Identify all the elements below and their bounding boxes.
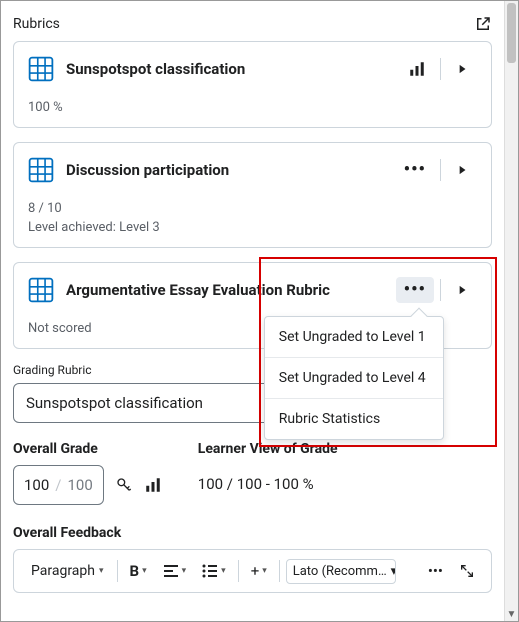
rubric-card: Sunspotspot classification 100 % (13, 41, 492, 128)
insert-button[interactable]: + ▾ (245, 558, 273, 584)
learner-view-label: Learner View of Grade (198, 441, 338, 457)
menu-item-rubric-statistics[interactable]: Rubric Statistics (265, 398, 443, 439)
scrollbar-thumb[interactable] (507, 3, 516, 63)
divider (279, 560, 280, 582)
rubric-grid-icon (28, 157, 54, 183)
align-icon (163, 564, 179, 578)
divider (440, 279, 441, 301)
expand-icon[interactable] (447, 279, 477, 301)
align-button[interactable]: ▾ (157, 560, 193, 582)
popout-icon[interactable] (474, 15, 492, 33)
chevron-down-icon: ▾ (182, 566, 187, 576)
chevron-down-icon: ▾ (262, 566, 267, 576)
divider (117, 560, 118, 582)
divider (440, 58, 441, 80)
learner-view-value: 100 / 100 - 100 % (198, 465, 338, 493)
rubric-grid-icon (28, 56, 54, 82)
expand-icon[interactable] (447, 58, 477, 80)
chevron-down-icon: ▾ (142, 566, 147, 576)
chevron-down-icon: ▾ (99, 566, 104, 576)
more-toolbar-button[interactable]: ••• (422, 558, 449, 584)
more-actions-icon[interactable]: ••• (396, 277, 434, 303)
rubric-title: Argumentative Essay Evaluation Rubric (66, 281, 396, 299)
list-button[interactable]: ▾ (196, 560, 232, 582)
chart-icon[interactable] (400, 56, 434, 82)
font-select[interactable]: Lato (Recomm… ▾ (286, 559, 396, 584)
feedback-editor[interactable]: Paragraph ▾ B ▾ ▾ (13, 549, 492, 593)
chevron-down-icon: ▾ (221, 566, 226, 576)
scroll-down-arrow[interactable]: ▼ (505, 607, 518, 621)
scrollbar[interactable]: ▼ (504, 1, 518, 621)
chevron-down-icon: ▾ (391, 564, 396, 579)
rubric-title: Discussion participation (66, 161, 396, 179)
rubric-title: Sunspotspot classification (66, 60, 400, 78)
format-select[interactable]: Paragraph ▾ (24, 558, 111, 584)
key-icon[interactable] (116, 477, 132, 493)
chart-icon[interactable] (144, 476, 162, 494)
menu-item-set-ungraded-level-1[interactable]: Set Ungraded to Level 1 (265, 317, 443, 357)
divider (238, 560, 239, 582)
fullscreen-icon[interactable] (453, 559, 481, 583)
rubric-score: 100 % (28, 100, 63, 115)
overall-grade-denominator: 100 (68, 476, 93, 494)
menu-item-set-ungraded-level-4[interactable]: Set Ungraded to Level 4 (265, 357, 443, 398)
overall-feedback-label: Overall Feedback (13, 525, 492, 541)
rubrics-section-title: Rubrics (13, 16, 60, 32)
rubric-level: Level achieved: Level 3 (28, 220, 477, 235)
divider (440, 159, 441, 181)
more-actions-icon[interactable]: ••• (396, 157, 434, 183)
grading-rubric-selected: Sunspotspot classification (26, 394, 203, 412)
overall-grade-input[interactable]: 100 / 100 (13, 465, 104, 505)
rubric-card: Discussion participation ••• 8 / 10 Leve… (13, 142, 492, 248)
overall-grade-value: 100 (24, 476, 49, 494)
rubric-score: Not scored (28, 321, 92, 336)
overall-grade-label: Overall Grade (13, 441, 162, 457)
expand-icon[interactable] (447, 159, 477, 181)
rubric-actions-menu: Set Ungraded to Level 1 Set Ungraded to … (264, 316, 444, 440)
list-icon (202, 564, 218, 578)
rubric-score: 8 / 10 (28, 201, 62, 216)
bold-button[interactable]: B ▾ (124, 558, 153, 584)
rubric-grid-icon (28, 277, 54, 303)
